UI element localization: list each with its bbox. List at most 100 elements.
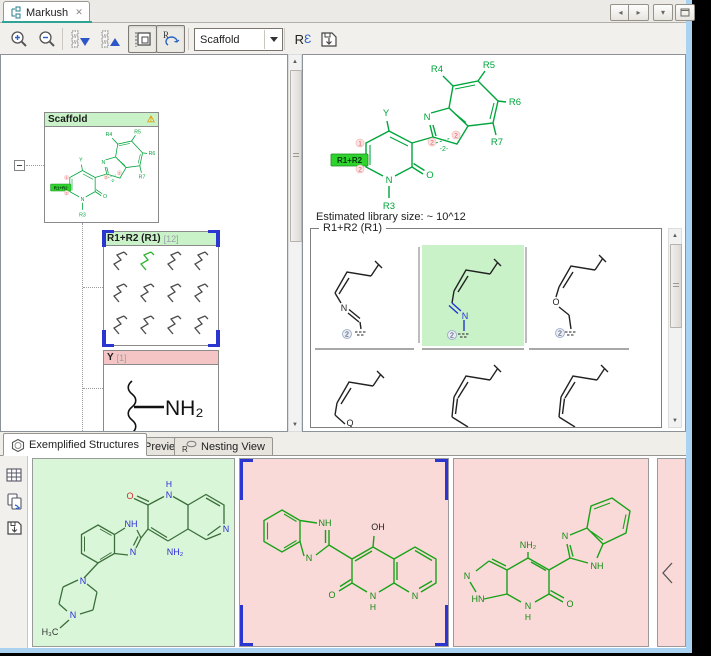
selection-corner xyxy=(240,605,253,646)
scro ll-up-arrow[interactable]: ▲ xyxy=(289,55,301,68)
atom-label: N xyxy=(464,571,471,581)
structure-card[interactable] xyxy=(657,458,686,647)
forward-arrow-icon: ▸ xyxy=(636,8,641,17)
brace-icon: Ɛ xyxy=(304,32,312,46)
toolbar-separator xyxy=(284,28,285,50)
attachment-map: 2 xyxy=(345,332,349,339)
scroll-down-arrow[interactable]: ▼ xyxy=(289,418,301,431)
atom-label: NH xyxy=(591,561,604,571)
fragment-scrollbar[interactable]: ▲ ▼ xyxy=(668,228,682,428)
fragment-cell[interactable]: N 2 xyxy=(315,241,415,347)
node-count: [12] xyxy=(163,233,179,244)
table-view-button[interactable] xyxy=(5,466,23,484)
benzene-icon xyxy=(11,438,25,452)
tree-connector xyxy=(83,388,103,389)
tree-connector xyxy=(83,287,103,288)
chevron-down-icon: ▾ xyxy=(660,8,665,17)
fragment-cell-selected[interactable]: N 2 xyxy=(422,243,524,347)
atom-label: N xyxy=(341,303,348,313)
fragment-cell[interactable]: O 2 xyxy=(529,241,629,347)
structure-drawing xyxy=(662,562,673,584)
tree-node-y[interactable]: Y [1] NH₂ xyxy=(103,350,219,431)
atom-label: O xyxy=(328,590,335,600)
grid-divider xyxy=(525,247,527,343)
save-icon xyxy=(6,520,22,535)
structure-drawing: O H N N NH N NH₂ N N H₃C xyxy=(42,479,230,637)
fragment-cell[interactable] xyxy=(422,353,524,427)
rgroup-export-button[interactable]: RƐ xyxy=(290,26,316,52)
atom-label: N xyxy=(70,610,77,620)
rgroup-lasso-toggle[interactable]: R xyxy=(156,25,185,53)
collapse-all-button[interactable] xyxy=(98,26,124,52)
selection-corner xyxy=(240,459,253,500)
tab-exemplified-structures[interactable]: Exemplified Structures xyxy=(3,433,148,456)
atom-label: H xyxy=(370,602,376,612)
atom-label: O xyxy=(346,418,353,427)
atom-label: N xyxy=(370,591,377,601)
atom-label: NH xyxy=(319,518,332,528)
y-structure: NH₂ xyxy=(127,380,203,431)
fragment-cell[interactable] xyxy=(529,353,629,427)
fragment-cell[interactable]: O xyxy=(315,353,415,427)
atom-label: N xyxy=(306,553,313,563)
markush-tree-icon xyxy=(11,6,21,19)
expand-all-icon xyxy=(71,30,90,48)
attachment-map: 2 xyxy=(450,333,454,340)
scrollbar-thumb[interactable] xyxy=(290,70,302,242)
fragment-grid-thumbnail xyxy=(113,251,209,335)
node-header: R1+R2 (R1) [12] xyxy=(104,232,218,246)
svg-text:R: R xyxy=(182,445,188,453)
bottom-tab-bar: Exemplified Structures R Preview R Nesti… xyxy=(0,432,686,456)
maximize-button[interactable] xyxy=(675,4,695,21)
tab-nesting-view[interactable]: R Nesting View xyxy=(174,437,273,456)
view-menu-button[interactable]: ▾ xyxy=(653,4,673,21)
scroll-up-arrow[interactable]: ▲ xyxy=(669,229,681,242)
selection-corner xyxy=(208,230,220,247)
tree-node-scaffold[interactable]: Scaffold ⚠ xyxy=(44,112,159,223)
tree-scrollbar[interactable]: ▲ ▼ xyxy=(288,54,302,432)
atom-label: N xyxy=(462,311,469,321)
main-toolbar: R Scaffold RƐ xyxy=(0,23,686,54)
structure-card-selected[interactable]: NH N OH O N H N xyxy=(239,458,449,647)
scrollbar-thumb[interactable] xyxy=(670,244,682,328)
tab-markush[interactable]: Markush ✕ xyxy=(3,1,90,23)
tab-label: Exemplified Structures xyxy=(29,438,140,451)
chevron-down-icon xyxy=(264,30,282,49)
zoom-out-button[interactable] xyxy=(34,26,60,52)
r-letter: R xyxy=(294,31,305,47)
dropdown-value: Scaffold xyxy=(200,33,240,46)
atom-label: N xyxy=(80,576,87,586)
nav-forward-button[interactable]: ▸ xyxy=(628,4,649,21)
tree-collapse-toggle[interactable] xyxy=(14,160,25,171)
save-structures-button[interactable] xyxy=(5,518,23,536)
structure-card[interactable]: NH₂ N HN N H O N NH xyxy=(453,458,649,647)
tree-node-r1r2[interactable]: R1+R2 (R1) [12] xyxy=(102,230,220,347)
selection-corner xyxy=(102,230,114,247)
rgroup-lasso-icon: R xyxy=(163,30,179,46)
structure-card[interactable]: O H N N NH N NH₂ N N H₃C xyxy=(32,458,235,647)
zoom-in-button[interactable] xyxy=(6,26,32,52)
view-mode-dropdown[interactable]: Scaffold xyxy=(194,28,283,51)
attachment-map: 2 xyxy=(558,331,562,338)
atom-label: NH₂ xyxy=(165,397,203,420)
document-tab-bar: Markush ✕ ◂ ▸ ▾ xyxy=(0,0,695,23)
atom-label: N xyxy=(166,490,173,500)
copy-structures-button[interactable] xyxy=(5,492,23,510)
node-header: Scaffold ⚠ xyxy=(45,113,158,127)
back-arrow-icon: ◂ xyxy=(618,8,623,17)
close-icon[interactable]: ✕ xyxy=(75,7,83,18)
selection-corner xyxy=(208,330,220,347)
selection-corner xyxy=(435,459,448,500)
node-count: [1] xyxy=(116,352,127,363)
show-scaffold-toggle[interactable] xyxy=(128,25,157,53)
atom-label: O xyxy=(566,599,573,609)
atom-label: NH₂ xyxy=(167,547,184,557)
atom-label: O xyxy=(552,297,559,307)
node-title: R1+R2 (R1) xyxy=(107,233,161,244)
scroll-down-arrow[interactable]: ▼ xyxy=(669,414,681,427)
save-button[interactable] xyxy=(316,26,342,52)
atom-label: N xyxy=(525,601,532,611)
expand-all-button[interactable] xyxy=(68,26,94,52)
atom-label: N xyxy=(412,591,419,601)
markush-tree-panel: Scaffold ⚠ R1+R2 (R1) [12] Y [1] NH₂ xyxy=(0,54,288,432)
